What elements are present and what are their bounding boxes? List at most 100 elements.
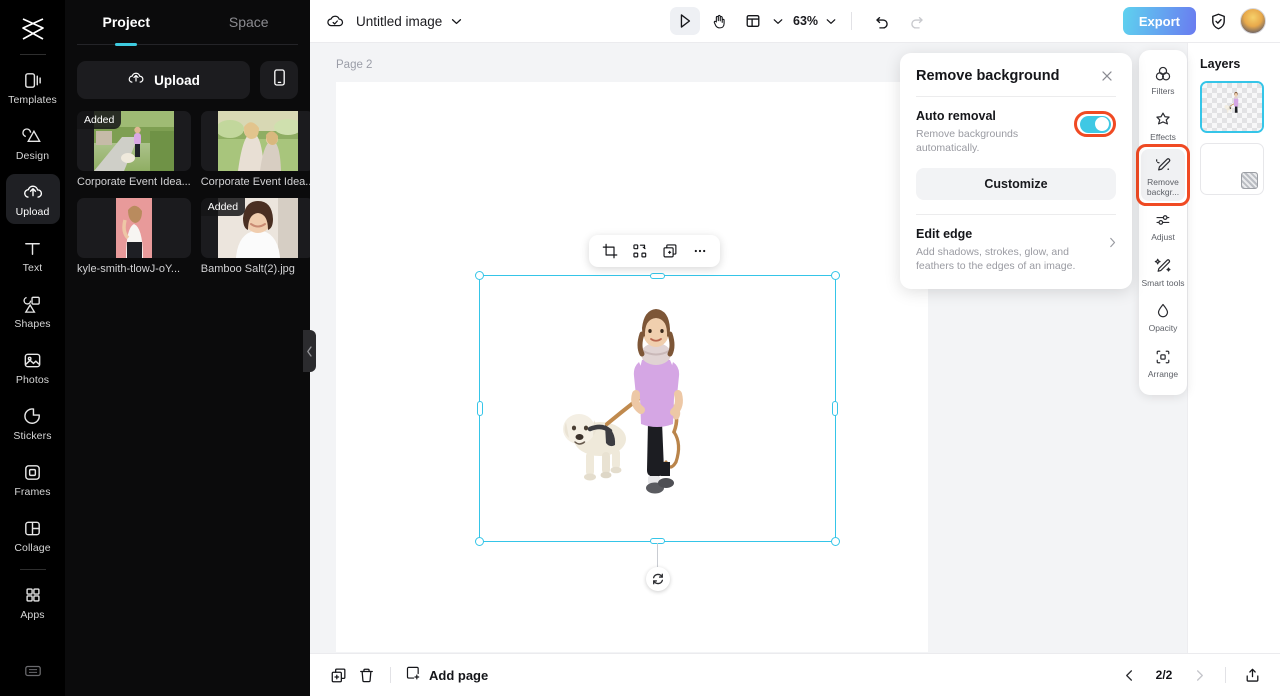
resize-handle-bottom-right[interactable] (831, 537, 840, 546)
media-item[interactable]: Added Bamboo Salt(2).jpg (200, 198, 315, 275)
upload-cloud-icon (22, 181, 44, 203)
auto-removal-toggle-highlight[interactable] (1074, 111, 1116, 137)
sidebar-item-frames[interactable]: Frames (6, 454, 60, 504)
bottombar-divider (390, 667, 391, 683)
page-counter: 2/2 (1155, 668, 1173, 682)
cloud-sync-icon[interactable] (324, 10, 346, 32)
layout-chevron-down-icon[interactable] (773, 18, 783, 25)
export-button[interactable]: Export (1122, 7, 1196, 35)
page-navigation: 2/2 (1115, 661, 1266, 689)
upload-row: Upload (65, 45, 310, 99)
editor-canvas-area: Page 2 Remove background Auto removal Re… (310, 43, 1280, 653)
edit-edge-row[interactable]: Edit edge Add shadows, strokes, glow, an… (916, 227, 1116, 273)
media-item[interactable]: Corporate Event Idea... (200, 111, 315, 188)
bottom-toolbar: Add page 2/2 (310, 653, 1280, 696)
sidebar-item-templates[interactable]: Templates (6, 62, 60, 112)
flip-transform-button[interactable] (626, 238, 653, 264)
sidebar-label: Photos (15, 374, 50, 386)
media-item[interactable]: Added Corporate Event Idea... (77, 111, 191, 188)
upload-button[interactable]: Upload (77, 61, 250, 99)
more-options-button[interactable] (686, 238, 713, 264)
mobile-device-icon (272, 68, 287, 92)
duplicate-page-button[interactable] (324, 661, 352, 689)
zoom-control[interactable]: 63% (793, 14, 836, 28)
tool-opacity[interactable]: Opacity (1141, 295, 1185, 338)
close-icon[interactable] (1098, 67, 1116, 85)
zoom-chevron-down-icon[interactable] (826, 18, 836, 25)
tool-adjust[interactable]: Adjust (1141, 204, 1185, 247)
text-icon (22, 237, 44, 259)
tool-remove-background[interactable]: Remove backgr... (1136, 144, 1190, 206)
stickers-icon (22, 405, 44, 427)
customize-button[interactable]: Customize (916, 168, 1116, 200)
tool-label: Arrange (1147, 368, 1179, 379)
tool-filters[interactable]: Filters (1141, 58, 1185, 101)
collapse-panel-handle[interactable] (303, 330, 316, 372)
undo-button[interactable] (867, 7, 897, 35)
media-thumbnail[interactable] (200, 111, 315, 171)
duplicate-button[interactable] (656, 238, 683, 264)
remove-background-icon (1153, 155, 1173, 175)
chevron-right-icon[interactable] (1109, 235, 1116, 253)
bottombar-divider-2 (1225, 667, 1226, 683)
media-thumbnail[interactable]: Added (77, 111, 191, 171)
layers-title: Layers (1200, 57, 1241, 71)
resize-handle-left[interactable] (477, 401, 483, 416)
tool-smart-tools[interactable]: Smart tools (1141, 250, 1185, 293)
design-icon (22, 125, 44, 147)
resize-handle-bottom-left[interactable] (475, 537, 484, 546)
hand-pan-tool[interactable] (704, 7, 734, 35)
media-name: Corporate Event Idea... (77, 176, 191, 188)
selected-image-girl-with-dog[interactable] (550, 304, 770, 534)
layout-grid-tool[interactable] (738, 7, 768, 35)
sidebar-label: Apps (20, 609, 45, 621)
layer-item-image[interactable] (1200, 81, 1264, 133)
auto-removal-title: Auto removal (916, 109, 996, 123)
rotate-icon[interactable] (645, 567, 670, 591)
sidebar-item-upload[interactable]: Upload (5, 174, 60, 224)
user-avatar[interactable] (1240, 8, 1266, 34)
top-right-actions: Export (1122, 7, 1266, 35)
chevron-down-icon[interactable] (451, 18, 462, 25)
resize-handle-top[interactable] (650, 273, 665, 279)
resize-handle-top-right[interactable] (831, 271, 840, 280)
shield-check-icon[interactable] (1206, 9, 1230, 33)
canvas-page[interactable] (336, 82, 928, 652)
capcut-logo-icon[interactable] (13, 10, 53, 48)
arrange-icon (1153, 347, 1173, 367)
media-thumbnail[interactable]: Added (200, 198, 315, 258)
add-page-button[interactable]: Add page (401, 665, 492, 686)
tool-label: Adjust (1151, 232, 1175, 242)
upload-from-device-button[interactable] (260, 61, 298, 99)
redo-button[interactable] (901, 7, 931, 35)
media-item[interactable]: kyle-smith-tlowJ-oY... (77, 198, 191, 275)
export-page-button[interactable] (1238, 661, 1266, 689)
sidebar-item-apps[interactable]: Apps (6, 577, 60, 627)
tab-project[interactable]: Project (65, 0, 188, 44)
image-selection-box[interactable] (475, 271, 840, 591)
next-page-button[interactable] (1185, 661, 1213, 689)
tab-space[interactable]: Space (188, 0, 311, 44)
layer-item-background[interactable] (1200, 143, 1264, 195)
opacity-drop-icon (1153, 301, 1173, 321)
resize-handle-right[interactable] (832, 401, 838, 416)
resize-handle-top-left[interactable] (475, 271, 484, 280)
sidebar-item-photos[interactable]: Photos (6, 342, 60, 392)
tool-effects[interactable]: Effects (1141, 104, 1185, 147)
sidebar-item-stickers[interactable]: Stickers (6, 398, 60, 448)
tool-label: Filters (1151, 86, 1175, 96)
upload-cloud-icon (127, 69, 145, 92)
media-thumbnail[interactable] (77, 198, 191, 258)
delete-page-button[interactable] (352, 661, 380, 689)
sidebar-item-shapes[interactable]: Shapes (6, 286, 60, 336)
sidebar-item-design[interactable]: Design (6, 118, 60, 168)
crop-button[interactable] (596, 238, 623, 264)
prev-page-button[interactable] (1115, 661, 1143, 689)
auto-removal-toggle[interactable] (1079, 115, 1111, 133)
sidebar-item-collage[interactable]: Collage (6, 510, 60, 560)
keyboard-shortcut-button[interactable] (0, 664, 65, 678)
document-title[interactable]: Untitled image (356, 14, 442, 29)
tool-arrange[interactable]: Arrange (1141, 341, 1185, 384)
sidebar-item-text[interactable]: Text (6, 230, 60, 280)
select-cursor-tool[interactable] (670, 7, 700, 35)
